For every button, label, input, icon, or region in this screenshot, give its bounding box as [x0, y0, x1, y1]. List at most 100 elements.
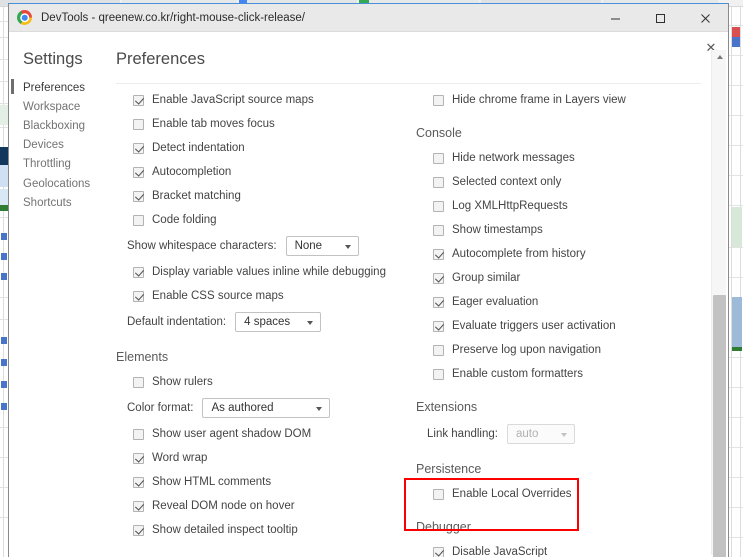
window-titlebar: DevTools - qreenew.co.kr/right-mouse-cli…	[9, 4, 728, 32]
checkbox-label: Display variable values inline while deb…	[152, 266, 386, 278]
color-format-select-row: Color format: As authored	[116, 394, 416, 422]
checkbox-icon[interactable]	[433, 488, 444, 500]
checkbox-icon[interactable]	[433, 94, 444, 106]
checkbox-icon[interactable]	[133, 290, 144, 302]
checkbox-icon[interactable]	[433, 344, 444, 356]
checkbox-icon[interactable]	[133, 166, 144, 178]
checkbox-icon[interactable]	[133, 118, 144, 130]
page-title: Preferences	[116, 50, 205, 68]
checkbox-label: Autocomplete from history	[452, 248, 586, 260]
checkbox-icon[interactable]	[133, 376, 144, 388]
content-scrollbar[interactable]	[711, 50, 727, 557]
right-column: Hide chrome frame in Layers view Console…	[416, 88, 706, 557]
window-controls	[593, 4, 728, 32]
checkbox-icon[interactable]	[433, 272, 444, 284]
sidebar-item-label: Workspace	[23, 100, 81, 113]
whitespace-select[interactable]: None	[285, 236, 359, 256]
checkbox-label: Show HTML comments	[152, 476, 272, 488]
checkbox-row[interactable]: Show HTML comments	[116, 470, 416, 494]
checkbox-row[interactable]: Hide network messages	[416, 146, 706, 170]
checkbox-icon[interactable]	[133, 428, 144, 440]
checkbox-row[interactable]: Enable tab moves focus	[116, 112, 416, 136]
checkbox-label: Selected context only	[452, 176, 562, 188]
color-format-select[interactable]: As authored	[202, 398, 331, 418]
link-handling-select-label: Link handling:	[427, 428, 498, 440]
checkbox-icon[interactable]	[433, 200, 444, 212]
checkbox-icon[interactable]	[133, 266, 144, 278]
sidebar-item-blackboxing[interactable]: Blackboxing	[9, 116, 105, 135]
checkbox-label: Eager evaluation	[452, 296, 539, 308]
sidebar-item-preferences[interactable]: Preferences	[9, 78, 105, 97]
checkbox-row[interactable]: Log XMLHttpRequests	[416, 194, 706, 218]
checkbox-icon[interactable]	[433, 546, 444, 557]
whitespace-select-label: Show whitespace characters:	[127, 240, 277, 252]
checkbox-icon[interactable]	[133, 190, 144, 202]
checkbox-row[interactable]: Enable CSS source maps	[116, 284, 416, 308]
checkbox-icon[interactable]	[133, 524, 144, 536]
checkbox-icon[interactable]	[433, 368, 444, 380]
checkbox-icon[interactable]	[133, 500, 144, 512]
checkbox-icon[interactable]	[433, 320, 444, 332]
checkbox-row[interactable]: Display variable values inline while deb…	[116, 260, 416, 284]
section-heading-persistence: Persistence	[416, 462, 482, 476]
scroll-up-arrow-icon[interactable]	[712, 50, 727, 64]
checkbox-row[interactable]: Bracket matching	[116, 184, 416, 208]
checkbox-row[interactable]: Reveal DOM node on hover	[116, 494, 416, 518]
checkbox-row[interactable]: Code folding	[116, 208, 416, 232]
checkbox-row[interactable]: Show rulers	[116, 370, 416, 394]
checkbox-row[interactable]: Word wrap	[116, 446, 416, 470]
checkbox-icon[interactable]	[433, 248, 444, 260]
scrollbar-thumb[interactable]	[713, 295, 726, 557]
sidebar-item-devices[interactable]: Devices	[9, 136, 105, 155]
sidebar-item-throttling[interactable]: Throttling	[9, 155, 105, 174]
checkbox-row[interactable]: Autocomplete from history	[416, 242, 706, 266]
checkbox-row[interactable]: Eager evaluation	[416, 290, 706, 314]
checkbox-row[interactable]: Show detailed inspect tooltip	[116, 518, 416, 542]
devtools-window: DevTools - qreenew.co.kr/right-mouse-cli…	[8, 3, 729, 557]
checkbox-icon[interactable]	[133, 476, 144, 488]
indentation-select[interactable]: 4 spaces	[235, 312, 322, 332]
checkbox-row[interactable]: Enable JavaScript source maps	[116, 88, 416, 112]
checkbox-icon[interactable]	[433, 224, 444, 236]
sidebar-item-label: Geolocations	[23, 177, 91, 190]
checkbox-icon[interactable]	[133, 94, 144, 106]
checkbox-label: Code folding	[152, 214, 217, 226]
checkbox-row[interactable]: Selected context only	[416, 170, 706, 194]
checkbox-row[interactable]: Detect indentation	[116, 136, 416, 160]
checkbox-row[interactable]: Preserve log upon navigation	[416, 338, 706, 362]
minimize-button[interactable]	[593, 4, 638, 32]
close-button[interactable]	[683, 4, 728, 32]
checkbox-icon[interactable]	[133, 452, 144, 464]
checkbox-label: Enable tab moves focus	[152, 118, 275, 130]
checkbox-icon[interactable]	[433, 176, 444, 188]
settings-panel: ✕ Settings Preferences Workspace Blackbo…	[9, 32, 728, 557]
checkbox-row-disable-javascript[interactable]: Disable JavaScript	[416, 540, 706, 557]
checkbox-label: Bracket matching	[152, 190, 241, 202]
checkbox-label: Enable JavaScript source maps	[152, 94, 314, 106]
maximize-button[interactable]	[638, 4, 683, 32]
checkbox-row[interactable]: Show timestamps	[416, 218, 706, 242]
checkbox-icon[interactable]	[433, 152, 444, 164]
checkbox-label: Group similar	[452, 272, 521, 284]
sidebar-item-shortcuts[interactable]: Shortcuts	[9, 193, 105, 212]
checkbox-label: Show user agent shadow DOM	[152, 428, 312, 440]
checkbox-icon[interactable]	[133, 142, 144, 154]
sidebar-item-label: Shortcuts	[23, 196, 72, 209]
left-column: Enable JavaScript source maps Enable tab…	[116, 88, 416, 542]
section-heading-extensions: Extensions	[416, 400, 478, 414]
link-handling-select[interactable]: auto	[506, 424, 575, 444]
whitespace-select-row: Show whitespace characters: None	[116, 232, 416, 260]
checkbox-row[interactable]: Hide chrome frame in Layers view	[416, 88, 706, 112]
checkbox-icon[interactable]	[433, 296, 444, 308]
checkbox-row[interactable]: Group similar	[416, 266, 706, 290]
sidebar-item-workspace[interactable]: Workspace	[9, 97, 105, 116]
sidebar-item-geolocations[interactable]: Geolocations	[9, 174, 105, 193]
checkbox-row[interactable]: Autocompletion	[116, 160, 416, 184]
checkbox-row[interactable]: Enable Local Overrides	[416, 482, 706, 506]
checkbox-row[interactable]: Show user agent shadow DOM	[116, 422, 416, 446]
checkbox-row[interactable]: Evaluate triggers user activation	[416, 314, 706, 338]
checkbox-label: Hide network messages	[452, 152, 575, 164]
checkbox-icon[interactable]	[133, 214, 144, 226]
checkbox-row[interactable]: Enable custom formatters	[416, 362, 706, 386]
background-left-sliver	[0, 7, 8, 557]
